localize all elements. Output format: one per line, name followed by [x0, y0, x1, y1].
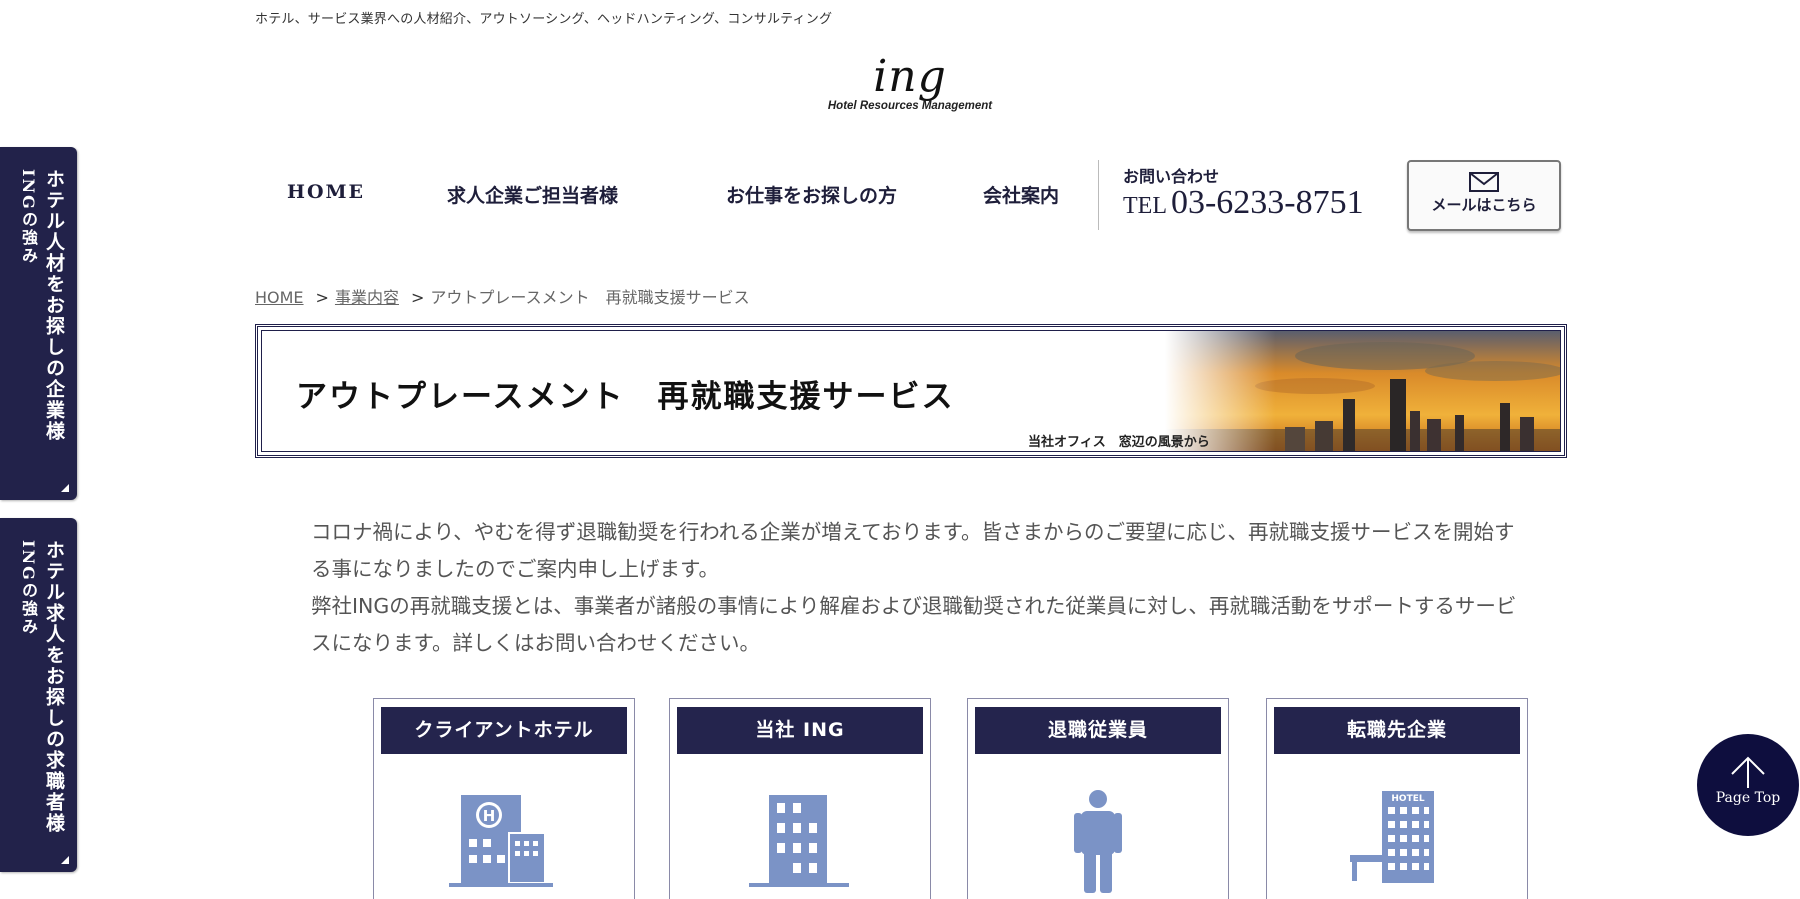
contact-phone[interactable]: TEL 03-6233-8751	[1123, 184, 1364, 222]
logo-mark: ing	[873, 51, 947, 102]
intro-paragraph-2: 弊社INGの再就職支援とは、事業者が諸般の事情により解雇および退職勧奨された従業…	[311, 594, 1517, 655]
side-tab-sub: INGの強み	[19, 540, 38, 636]
card-new-employer: 転職先企業 HOTEL	[1266, 698, 1528, 899]
svg-text:HOTEL: HOTEL	[1391, 794, 1424, 804]
intro-text: コロナ禍により、やむを得ず退職勧奨を行われる企業が増えております。皆さまからのご…	[311, 514, 1521, 662]
corner-triangle-icon	[61, 856, 69, 864]
breadcrumb-home[interactable]: HOME	[255, 288, 304, 307]
nav-home[interactable]: HOME	[287, 181, 365, 203]
nav-employers[interactable]: 求人企業ご担当者様	[447, 181, 618, 208]
corner-triangle-icon	[61, 484, 69, 492]
person-icon	[1074, 790, 1122, 893]
side-tab-text: ホテル人材をお探しの企業様 INGの強み	[15, 169, 67, 442]
hotel-building-icon: H	[449, 795, 553, 887]
page-title: アウトプレースメント 再就職支援サービス	[296, 379, 955, 415]
card-client-hotel: クライアントホテル H	[373, 698, 635, 899]
breadcrumb-separator: >	[315, 288, 329, 307]
logo-subtitle: Hotel Resources Management	[827, 100, 993, 112]
hotel-sign-building-icon: HOTEL	[1350, 791, 1434, 883]
card-title: 当社 ING	[677, 707, 923, 754]
intro-paragraph-1: コロナ禍により、やむを得ず退職勧奨を行われる企業が増えております。皆さまからのご…	[311, 520, 1515, 581]
card-title: クライアントホテル	[381, 707, 627, 754]
breadcrumb-services[interactable]: 事業内容	[335, 288, 399, 307]
mail-button-label: メールはこちら	[1431, 196, 1537, 214]
nav-job-seekers[interactable]: お仕事をお探しの方	[726, 181, 897, 208]
card-title: 転職先企業	[1274, 707, 1520, 754]
office-building-icon	[749, 795, 849, 887]
nav-divider	[1098, 160, 1099, 230]
mail-button[interactable]: メールはこちら	[1407, 160, 1561, 231]
side-tab-main: ホテル人材をお探しの企業様	[43, 169, 65, 442]
page-top-label: Page Top	[1715, 790, 1781, 806]
site-logo[interactable]: ing Hotel Resources Management	[815, 51, 1005, 113]
card-title: 退職従業員	[975, 707, 1221, 754]
breadcrumb-separator: >	[410, 288, 425, 307]
side-tab-sub: INGの強み	[19, 169, 38, 265]
tel-number: 03-6233-8751	[1170, 184, 1364, 221]
card-retired-employee: 退職従業員	[967, 698, 1229, 899]
envelope-icon	[1469, 172, 1499, 192]
svg-text:H: H	[483, 807, 496, 825]
side-tab-text: ホテル求人をお探しの求職者様 INGの強み	[15, 540, 67, 834]
hero-banner: アウトプレースメント 再就職支援サービス 当社オフィス 窓辺の風景から	[255, 324, 1567, 458]
breadcrumb-current: アウトプレースメント 再就職支援サービス	[430, 288, 750, 307]
nav-company[interactable]: 会社案内	[983, 181, 1059, 208]
city-sunset-photo	[1165, 331, 1560, 451]
arrow-up-icon	[1731, 756, 1765, 788]
side-tab-job-seekers[interactable]: ホテル求人をお探しの求職者様 INGの強み	[0, 518, 77, 872]
side-tab-main: ホテル求人をお探しの求職者様	[43, 540, 65, 834]
photo-caption: 当社オフィス 窓辺の風景から	[1028, 435, 1210, 450]
breadcrumb: HOME > 事業内容 > アウトプレースメント 再就職支援サービス	[255, 284, 750, 308]
page-top-button[interactable]: Page Top	[1697, 734, 1799, 836]
site-tagline: ホテル、サービス業界への人材紹介、アウトソーシング、ヘッドハンティング、コンサル…	[255, 12, 833, 27]
card-ing: 当社 ING	[669, 698, 931, 899]
tel-prefix: TEL	[1123, 193, 1167, 219]
side-tab-employers[interactable]: ホテル人材をお探しの企業様 INGの強み	[0, 147, 77, 500]
